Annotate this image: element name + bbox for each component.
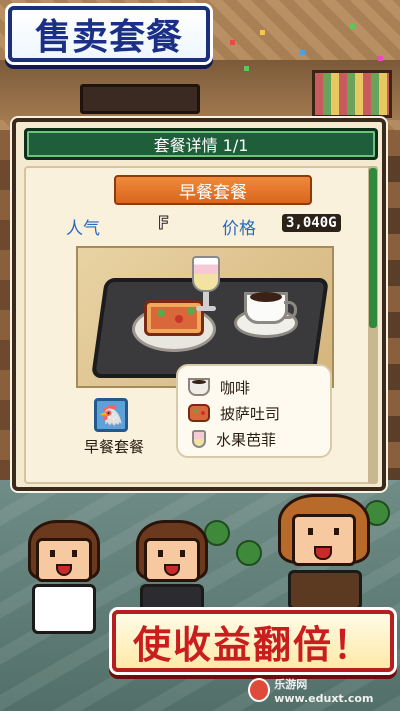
list-item: 咖啡 — [188, 374, 328, 400]
cafe-shelf — [312, 70, 392, 118]
pizza-toast-icon — [188, 404, 210, 422]
parfait-image — [192, 256, 220, 314]
popularity-grade: F — [158, 213, 170, 235]
item-label: 披萨吐司 — [220, 404, 281, 423]
confetti — [230, 40, 235, 45]
dialog-header: 套餐详情 1/1 — [24, 128, 378, 160]
list-item: 水果芭菲 — [188, 426, 328, 452]
promo-banner-text: 使收益翻倍！ — [132, 622, 373, 667]
staff-character-3 — [270, 494, 380, 614]
price-value: 3,040G — [282, 214, 341, 232]
price-label: 价格 — [222, 219, 256, 239]
chicken-icon: 🐔 — [94, 398, 128, 432]
confetti — [300, 50, 305, 55]
title-banner: 售卖套餐 — [8, 6, 210, 62]
coffee-icon — [188, 378, 210, 396]
meal-name-text: 早餐套餐 — [179, 182, 247, 203]
confetti — [260, 30, 265, 35]
parfait-icon — [192, 430, 206, 448]
dialog-title: 套餐详情 1/1 — [153, 136, 249, 155]
confetti — [378, 56, 383, 61]
confetti — [244, 66, 249, 71]
item-label: 水果芭菲 — [216, 430, 277, 449]
coffee-cup-image — [244, 292, 297, 324]
meal-items-panel: 咖啡 披萨吐司 水果芭菲 — [176, 364, 332, 458]
popularity-label: 人气 — [66, 219, 100, 239]
watermark: 乐游网 www.eduxt.com — [248, 672, 398, 708]
confetti — [350, 24, 355, 29]
tree-icon — [236, 540, 262, 566]
meal-caption: 早餐套餐 — [83, 438, 144, 456]
cafe-counter — [80, 84, 200, 114]
stats-row: 人气 F 价格 3,040G — [66, 212, 366, 239]
promo-banner: 使收益翻倍！ — [112, 610, 394, 672]
item-label: 咖啡 — [220, 378, 251, 397]
list-item: 披萨吐司 — [188, 400, 328, 426]
right-furniture — [384, 130, 400, 530]
title-banner-text: 售卖套餐 — [34, 17, 183, 58]
watermark-logo-icon — [248, 678, 271, 702]
scroll-thumb[interactable] — [369, 168, 377, 328]
staff-character-1 — [22, 520, 108, 640]
meal-name-label: 早餐套餐 — [114, 175, 312, 205]
dialog-scrollbar[interactable] — [368, 166, 378, 484]
watermark-text: 乐游网 www.eduxt.com — [274, 677, 374, 705]
